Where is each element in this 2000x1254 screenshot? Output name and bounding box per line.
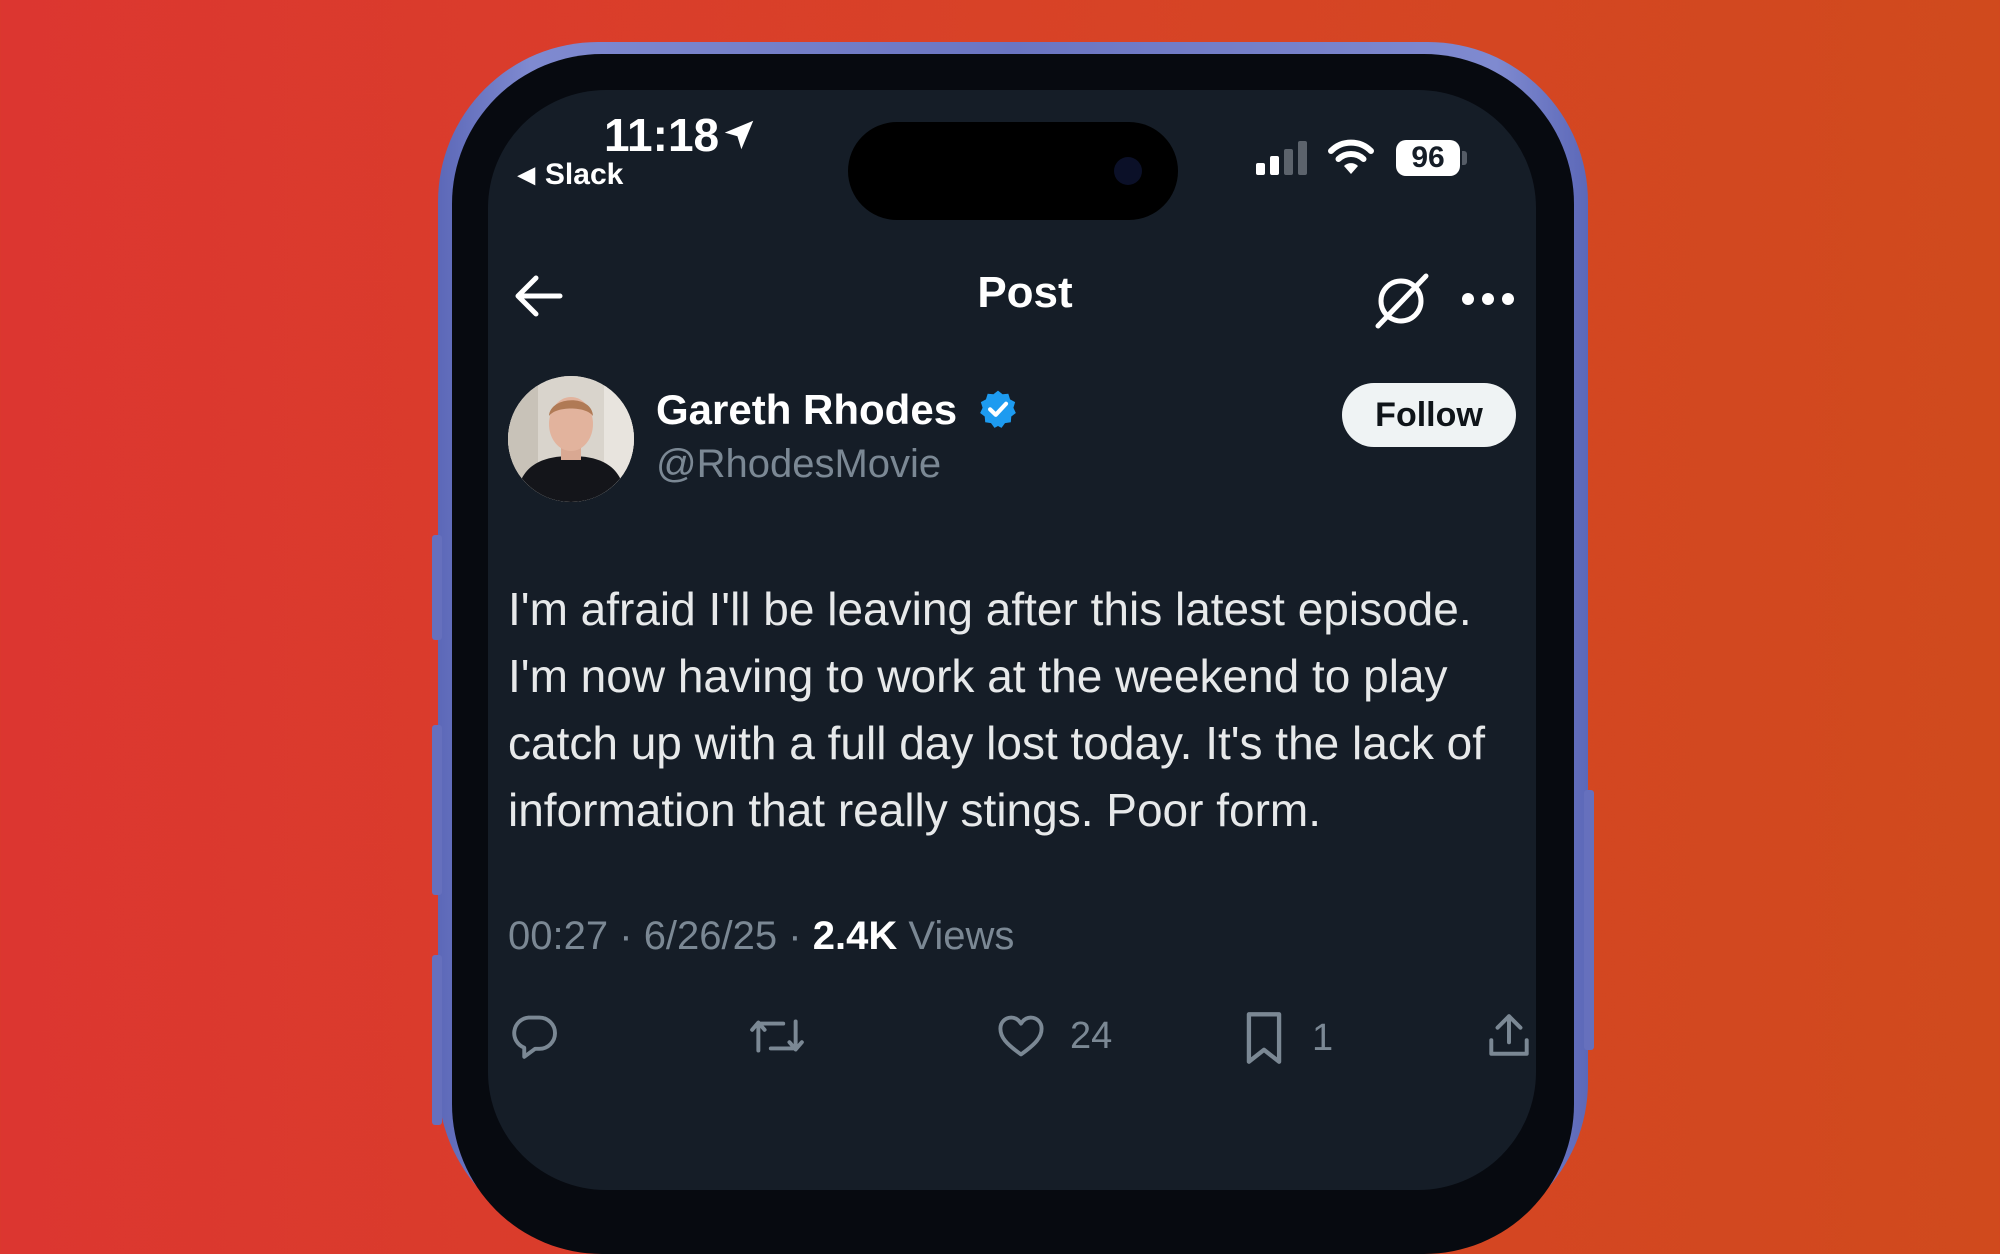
author-name-row[interactable]: Gareth Rhodes xyxy=(656,386,1019,434)
battery-indicator: 96 xyxy=(1396,140,1460,176)
share-button[interactable] xyxy=(1484,1010,1534,1062)
post-text: I'm afraid I'll be leaving after this la… xyxy=(508,583,1485,836)
action-button xyxy=(432,535,442,640)
back-to-app-link[interactable]: ◀ Slack xyxy=(518,158,623,192)
author-name[interactable]: Gareth Rhodes xyxy=(656,386,957,433)
like-button[interactable]: 24 xyxy=(994,1010,1112,1062)
back-triangle-icon: ◀ xyxy=(518,162,535,187)
post-meta: 00:27 · 6/26/25 · 2.4K Views xyxy=(508,914,1014,959)
reply-button[interactable] xyxy=(508,1010,560,1062)
power-button xyxy=(1584,790,1594,1050)
battery-level: 96 xyxy=(1411,141,1445,174)
avatar[interactable] xyxy=(508,376,634,502)
meta-separator: · xyxy=(619,914,633,958)
page-title: Post xyxy=(977,268,1073,317)
volume-up-button xyxy=(432,725,442,895)
views-label[interactable]: Views xyxy=(908,914,1014,958)
back-button[interactable] xyxy=(512,272,564,320)
battery-nub xyxy=(1462,151,1467,165)
repost-button[interactable] xyxy=(748,1010,806,1062)
bookmark-icon xyxy=(1246,1012,1282,1064)
share-icon xyxy=(1489,1014,1529,1056)
verified-badge-icon xyxy=(977,388,1019,430)
author-handle[interactable]: @RhodesMovie xyxy=(656,442,941,487)
post-time: 00:27 xyxy=(508,914,609,958)
repost-icon xyxy=(750,1019,804,1053)
bookmark-button[interactable]: 1 xyxy=(1242,1010,1333,1066)
status-time: 11:18 xyxy=(604,108,719,162)
follow-label: Follow xyxy=(1375,395,1483,434)
follow-button[interactable]: Follow xyxy=(1342,383,1516,447)
volume-down-button xyxy=(432,955,442,1125)
more-button[interactable] xyxy=(1460,290,1516,308)
bookmark-count: 1 xyxy=(1312,1016,1334,1059)
grok-button[interactable] xyxy=(1370,270,1432,332)
wifi-icon xyxy=(1328,138,1374,176)
reply-icon xyxy=(512,1015,557,1059)
status-time-text: 11:18 xyxy=(604,109,720,161)
meta-separator: · xyxy=(788,914,802,958)
cellular-signal-icon xyxy=(1256,141,1312,175)
back-app-label: Slack xyxy=(544,158,624,191)
avatar-photo xyxy=(508,376,634,502)
more-icon xyxy=(1462,293,1514,305)
post-date: 6/26/25 xyxy=(643,914,778,958)
arrow-left-icon xyxy=(515,275,563,317)
grok-icon xyxy=(1375,273,1429,329)
views-count: 2.4K xyxy=(812,914,898,958)
heart-icon xyxy=(998,1015,1044,1057)
location-arrow-icon xyxy=(720,116,758,154)
front-camera xyxy=(1114,157,1142,185)
like-count: 24 xyxy=(1070,1014,1113,1057)
